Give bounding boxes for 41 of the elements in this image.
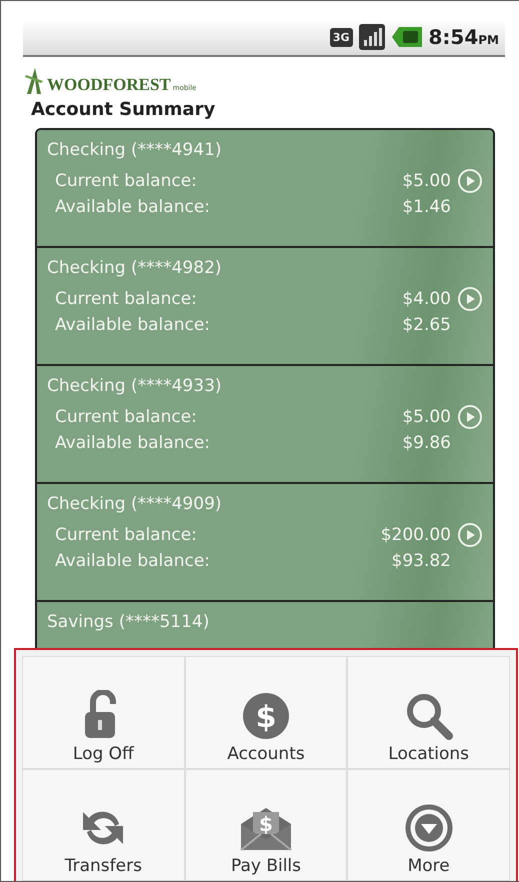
- balance-amount: $4.00: [402, 289, 451, 309]
- balance-amount: $93.82: [392, 551, 451, 571]
- page-title: Account Summary: [31, 99, 216, 120]
- balance-amount: $2.65: [402, 315, 451, 335]
- account-name: Checking (****4941): [47, 140, 223, 160]
- balance-label: Available balance:: [55, 315, 212, 335]
- brand-name: WOODFOREST: [47, 75, 171, 95]
- dollar-icon: $: [242, 692, 290, 740]
- account-name: Savings (****5114): [47, 612, 210, 632]
- balance-amount: $5.00: [402, 407, 451, 427]
- account-name: Checking (****4909): [47, 494, 223, 514]
- play-circle-icon[interactable]: [457, 168, 483, 194]
- play-circle-icon[interactable]: [457, 522, 483, 548]
- balance-label: Available balance:: [55, 551, 212, 571]
- menu-item[interactable]: $ Accounts: [184, 656, 348, 768]
- account-name: Checking (****4982): [47, 258, 223, 278]
- dropdown-circle-icon: [404, 804, 453, 852]
- account-name: Checking (****4933): [47, 376, 223, 396]
- balance-label: Current balance:: [55, 525, 198, 545]
- menu-item[interactable]: More: [347, 768, 510, 881]
- play-circle-icon[interactable]: [457, 286, 483, 312]
- balance-label: Current balance:: [55, 171, 198, 191]
- menu-item[interactable]: $ Pay Bills: [184, 768, 348, 881]
- envelope-icon: $: [238, 806, 293, 852]
- signal-icon: [358, 24, 384, 50]
- balance-amount: $5.00: [402, 171, 451, 191]
- balance-label: Available balance:: [55, 433, 212, 453]
- balance-amount: $1.46: [402, 197, 451, 217]
- clock: 8:54PM: [428, 25, 499, 49]
- balance-amount: $200.00: [380, 525, 451, 545]
- search-icon: [404, 692, 453, 740]
- network-indicator: 3G: [330, 28, 352, 46]
- battery-icon: [390, 26, 422, 48]
- play-circle-icon[interactable]: [457, 404, 483, 430]
- menu-item[interactable]: Log Off: [22, 656, 185, 768]
- balance-label: Current balance:: [55, 289, 198, 309]
- balance-label: Current balance:: [55, 407, 198, 427]
- menu-item[interactable]: Transfers: [22, 768, 185, 881]
- balance-amount: $9.86: [402, 433, 451, 453]
- balance-label: Available balance:: [55, 197, 212, 217]
- menu-item[interactable]: Locations: [347, 656, 510, 768]
